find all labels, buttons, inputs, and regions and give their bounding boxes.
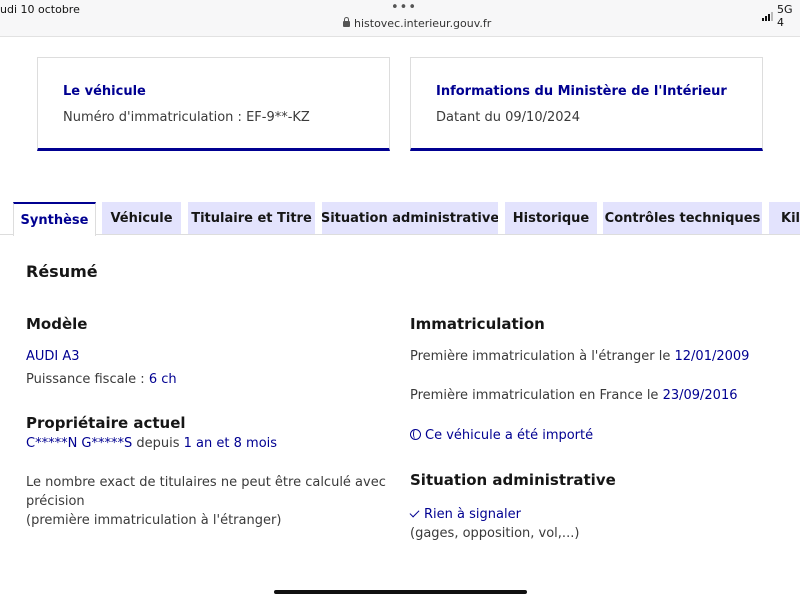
url-text: histovec.interieur.gouv.fr [354, 17, 492, 30]
address-bar[interactable]: histovec.interieur.gouv.fr [343, 17, 491, 30]
more-dots-icon[interactable]: ••• [391, 0, 417, 15]
tab-situation-administrative[interactable]: Situation administrative [322, 202, 498, 234]
network-label: 5G 4 [777, 3, 793, 29]
owner-heading: Propriétaire actuel [26, 414, 186, 432]
model-name: AUDI A3 [26, 349, 80, 364]
tab-synthese[interactable]: Synthèse [13, 202, 96, 236]
fiscal-power-label: Puissance fiscale : [26, 372, 149, 387]
status-date: udi 10 octobre [0, 3, 80, 16]
ministry-card-title: Informations du Ministère de l'Intérieur [436, 84, 727, 99]
tab-titulaire-titre[interactable]: Titulaire et Titre [188, 202, 315, 234]
owner-note-3: (première immatriculation à l'étranger) [26, 513, 282, 528]
tab-vehicule[interactable]: Véhicule [102, 202, 181, 234]
browser-status-bar: udi 10 octobre ••• histovec.interieur.go… [0, 0, 800, 37]
owner-note-2: précision [26, 494, 85, 509]
registration-number: Numéro d'immatriculation : EF-9**-KZ [63, 110, 310, 125]
imported-text: Ce véhicule a été importé [425, 428, 594, 443]
tab-divider [0, 234, 800, 235]
owner-note-1: Le nombre exact de titulaires ne peut êt… [26, 475, 386, 490]
france-registration: Première immatriculation en France le 23… [410, 386, 738, 405]
summary-title: Résumé [26, 262, 98, 281]
signal-icon [762, 11, 773, 21]
vehicle-card: Le véhicule Numéro d'immatriculation : E… [37, 57, 390, 151]
tab-controles-techniques[interactable]: Contrôles techniques [603, 202, 762, 234]
tab-bar: Synthèse Véhicule Titulaire et Titre Sit… [0, 202, 800, 236]
admin-status: Rien à signaler [409, 505, 521, 524]
ministry-card: Informations du Ministère de l'Intérieur… [410, 57, 763, 151]
lock-icon [343, 17, 350, 27]
fiscal-power: Puissance fiscale : 6 ch [26, 370, 177, 389]
ministry-date: Datant du 09/10/2024 [436, 110, 581, 125]
registration-heading: Immatriculation [410, 315, 545, 333]
foreign-registration: Première immatriculation à l'étranger le… [410, 347, 749, 366]
foreign-registration-date: 12/01/2009 [674, 349, 750, 364]
france-registration-label: Première immatriculation en France le [410, 388, 663, 403]
owner-name: C*****N G*****S [26, 436, 133, 451]
owner-line: C*****N G*****S depuis 1 an et 8 mois [26, 434, 277, 453]
status-indicators: 5G 4 [762, 3, 800, 29]
model-heading: Modèle [26, 315, 88, 333]
admin-status-text: Rien à signaler [424, 507, 521, 522]
globe-icon [410, 429, 421, 440]
fiscal-power-value: 6 ch [148, 372, 177, 387]
check-icon [409, 507, 420, 518]
foreign-registration-label: Première immatriculation à l'étranger le [410, 349, 675, 364]
owner-since-label: depuis [132, 436, 184, 451]
tab-historique[interactable]: Historique [505, 202, 597, 234]
tab-kilometrage[interactable]: Kilo [769, 202, 800, 234]
france-registration-date: 23/09/2016 [662, 388, 738, 403]
home-indicator[interactable] [274, 590, 527, 594]
owner-since-value: 1 an et 8 mois [183, 436, 278, 451]
admin-detail: (gages, opposition, vol,...) [410, 526, 580, 541]
vehicle-card-title: Le véhicule [63, 84, 146, 99]
admin-heading: Situation administrative [410, 471, 616, 489]
imported-notice: Ce véhicule a été importé [410, 426, 593, 445]
